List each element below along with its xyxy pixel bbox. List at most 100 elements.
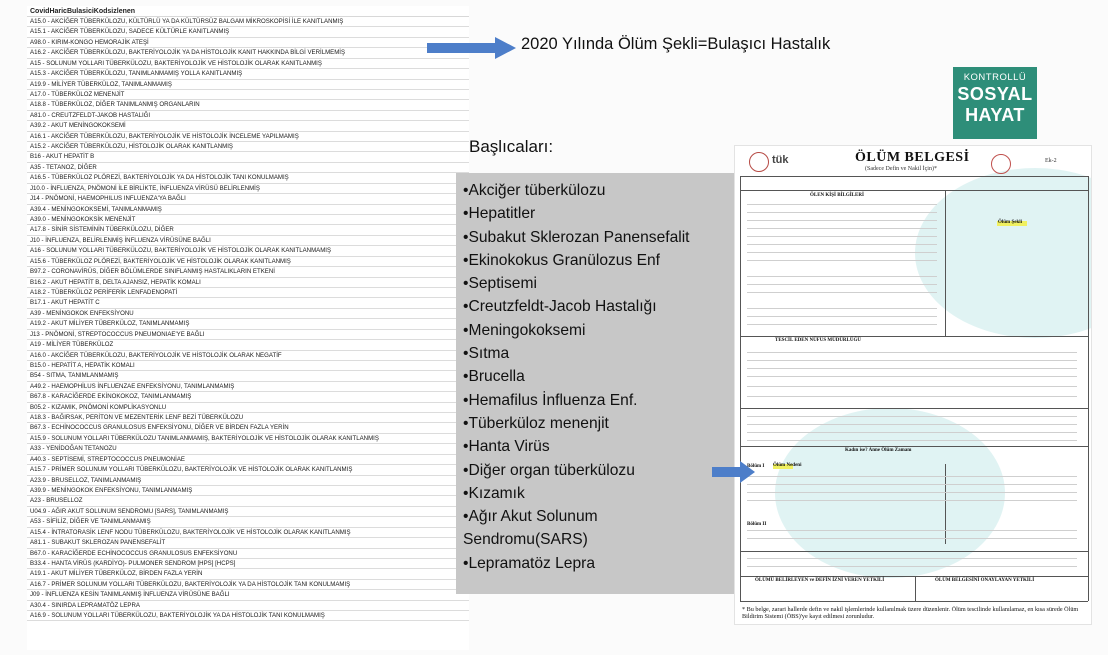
arrow-right-icon (712, 461, 755, 483)
icd-row: A23 - BRUSELLOZ (27, 496, 469, 507)
icd-row: A49.2 - HAEMOPHİLUS İNFLUENZAE ENFEKSİYO… (27, 382, 469, 393)
icd-row: B54 - SITMA, TANIMLANMAMIŞ (27, 371, 469, 382)
icd-row: A15.2 - AKCİĞER TÜBERKÜLOZU, HİSTOLOJİK … (27, 142, 469, 153)
icd-row: J14 - PNÖMONİ, HAEMOPHILUS INFLUENZA'YA … (27, 194, 469, 205)
cause-item: •Tüberküloz menenjit (463, 414, 609, 432)
icd-row: A40.3 - SEPTİSEMİ, STREPTOCOCCUS PNEUMON… (27, 455, 469, 466)
brand-logo: KONTROLLÜ SOSYAL HAYAT (953, 67, 1037, 139)
cause-item: •Lepramatöz Lepra (463, 554, 596, 572)
icd-row: B05.2 - KIZAMIK, PNÖMONİ KOMPLİKASYONLU (27, 403, 469, 414)
logo-line-3: HAYAT (965, 105, 1025, 125)
icd-row: A39 - MENİNGOKOK ENFEKSİYONU (27, 309, 469, 320)
icd-row: A39.4 - MENİNGOKOKSEMİ, TANIMLANMAMIŞ (27, 205, 469, 216)
icd-row: U04.9 - AĞIR AKUT SOLUNUM SENDROMU [SARS… (27, 507, 469, 518)
section-d-title: Kadın ise? Anne Ölüm Zamanı (845, 448, 912, 453)
icd-row: A23.9 - BRUSELLOZ, TANIMLANMAMIŞ (27, 476, 469, 486)
highlight-circle-top (915, 168, 1091, 338)
icd-row: B33.4 - HANTA VİRÜS (KARDİYO)- PULMONER … (27, 559, 469, 570)
icd-row: A15.7 - PRİMER SOLUNUM YOLLARI TÜBERKÜLO… (27, 465, 469, 476)
icd-row: A33 - YENİDOĞAN TETANOZU (27, 444, 469, 455)
cause-item: •Diğer organ tüberkülozu (463, 461, 635, 479)
icd-row: A15.0 - AKCİĞER TÜBERKÜLOZU, KÜLTÜRLÜ YA… (27, 17, 469, 28)
icd-row: A35 - TETANOZ, DİĞER (27, 163, 469, 174)
icd-row: A16.1 - AKCİĞER TÜBERKÜLOZU, BAKTERİYOLO… (27, 132, 469, 143)
icd-row: A15.3 - AKCİĞER TÜBERKÜLOZU, TANIMLANMAM… (27, 69, 469, 80)
icd-row: A16.9 - SOLUNUM YOLLARI TÜBERKÜLOZU, BAK… (27, 611, 469, 622)
icd-row: A18.2 - TÜBERKÜLOZ PERİFERİK LENFADENOPA… (27, 288, 469, 299)
icd-row: A39.0 - MENİNGOKOKSİK MENENJİT (27, 215, 469, 226)
document-subtitle: (Sadece Defin ve Nakil İçin)* (865, 166, 937, 172)
cause-item: •Kızamık (463, 484, 525, 502)
cause-item: •Hepatitler (463, 205, 536, 223)
icd-row: B67.3 - ECHİNOCOCCUS GRANULOSUS ENFEKSİY… (27, 423, 469, 434)
cause-item: •Sıtma (463, 345, 510, 363)
arrow-right-icon (427, 37, 516, 59)
icd-row: A98.0 - KIRIM-KONGO HEMORAJİK ATEŞİ (27, 38, 469, 49)
cause-item: •Akciğer tüberkülozu (463, 182, 606, 199)
footer-right-title: ÖLÜM BELGESİNİ ONAYLAYAN YETKİLİ (935, 578, 1035, 583)
icd-row: A39.9 - MENİNGOKOK ENFEKSİYONU, TANIMLAN… (27, 486, 469, 497)
cause-item: Sendromu(SARS) (463, 531, 588, 549)
cause-item: •Ekinokokus Granülozus Enf (463, 251, 661, 269)
olum-nedeni-label: Ölüm Nedeni (773, 463, 802, 468)
icd-row: J10 - İNFLUENZA, BELİRLENMİŞ İNFLUENZA V… (27, 236, 469, 247)
icd-row: J13 - PNÖMONİ, STREPTOCOCCUS PNEUMONIAE'… (27, 330, 469, 341)
section-a-title: ÖLEN KİŞİ BİLGİLERİ (810, 193, 864, 198)
icd-row: B16 - AKUT HEPATİT B (27, 152, 469, 163)
icd-row: A15.6 - TÜBERKÜLOZ PLÖREZİ, BAKTERİYOLOJ… (27, 257, 469, 268)
icd-row: B15.0 - HEPATİT A, HEPATİK KOMALI (27, 361, 469, 372)
icd-row: A15.9 - SOLUNUM YOLLARI TÜBERKÜLOZU TANI… (27, 434, 469, 445)
document-code: Ek-2 (1045, 158, 1057, 164)
icd-list-header: CovidHaricBulasiciKodsizlenen (27, 6, 469, 17)
highlight-circle-bottom (775, 408, 1005, 578)
icd-row: B16.2 - AKUT HEPATİT B, DELTA AJANSIZ, H… (27, 278, 469, 288)
document-footnote: * Bu belge, zarari hallerde defin ve nak… (742, 606, 1079, 620)
causes-heading: Başlıcaları: (469, 137, 554, 156)
logo-line-2: SOSYAL (957, 84, 1033, 104)
icd-row: A16.7 - PRİMER SOLUNUM YOLLARI TÜBERKÜLO… (27, 580, 469, 591)
section-c-title: TESCİL EDEN NÜFUS MÜDÜRLÜĞÜ (775, 338, 861, 343)
icd-row: J10.0 - İNFLUENZA, PNÖMONİ İLE BİRLİKTE,… (27, 184, 469, 195)
section-b-title: Ölüm Şekli (998, 220, 1023, 225)
logo-line-1: KONTROLLÜ (963, 72, 1027, 83)
icd-row: J09 - İNFLUENZA KESİN TANIMLANMIŞ İNFLUE… (27, 590, 469, 601)
icd-row: A19 - MİLİYER TÜBERKÜLOZ (27, 340, 469, 351)
icd-row: A15.4 - İNTRATORASİK LENF NODU TÜBERKÜLO… (27, 528, 469, 539)
icd-row: A15.1 - AKCİĞER TÜBERKÜLOZU, SADECE KÜLT… (27, 27, 469, 38)
icd-row: A18.3 - BAĞIRSAK, PERİTON VE MEZENTERİK … (27, 413, 469, 424)
document-title: ÖLÜM BELGESİ (855, 150, 970, 165)
icd-row: A16.2 - AKCİĞER TÜBERKÜLOZU, BAKTERİYOLO… (27, 48, 469, 59)
icd-row: A16.5 - TÜBERKÜLOZ PLÖREZİ, BAKTERİYOLOJ… (27, 173, 469, 184)
cause-item: •Hemafilus İnfluenza Enf. (463, 391, 638, 409)
icd-row: A53 - SİFİLİZ, DİĞER VE TANIMLANMAMIŞ (27, 517, 469, 528)
ministry-emblem-icon (991, 154, 1011, 174)
icd-row: B17.1 - AKUT HEPATİT C (27, 298, 469, 309)
tuik-logo: tük (772, 154, 789, 166)
icd-row: A16.0 - AKCİĞER TÜBERKÜLOZU, BAKTERİYOLO… (27, 351, 469, 361)
icd-row: A81.0 - CREUTZFELDT-JAKOB HASTALIĞI (27, 111, 469, 122)
cause-item: •Meningokoksemi (463, 321, 586, 339)
icd-row: A19.1 - AKUT MİLİYER TÜBERKÜLOZ, BİRDEN … (27, 569, 469, 580)
icd-row: B67.0 - KARACİĞERDE ECHİNOCOCCUS GRANULO… (27, 549, 469, 559)
icd-row: A16 - SOLUNUM YOLLARI TÜBERKÜLOZU, BAKTE… (27, 246, 469, 257)
headline: 2020 Yılında Ölüm Şekli=Bulaşıcı Hastalı… (521, 35, 831, 53)
icd-code-list: CovidHaricBulasiciKodsizlenen A15.0 - AK… (27, 6, 469, 650)
cause-item: •Subakut Sklerozan Panensefalit (463, 228, 690, 246)
icd-list-rows: A15.0 - AKCİĞER TÜBERKÜLOZU, KÜLTÜRLÜ YA… (27, 17, 469, 622)
cause-item: •Ağır Akut Solunum (463, 508, 598, 526)
icd-row: A15 - SOLUNUM YOLLARI TÜBERKÜLOZU, BAKTE… (27, 59, 469, 70)
cause-item: •Hanta Virüs (463, 438, 550, 456)
seal-icon (749, 152, 769, 172)
footer-left-title: ÖLÜMÜ BELİRLEYEN ve DEFİN İZNİ VEREN YET… (755, 578, 885, 583)
bolum-2-label: Bölüm II (747, 522, 767, 527)
cause-item: •Septisemi (463, 275, 537, 293)
cause-item: •Brucella (463, 368, 525, 386)
icd-row: A19.2 - AKUT MİLİYER TÜBERKÜLOZ, TANIMLA… (27, 319, 469, 330)
causes-box: •Akciğer tüberkülozu •Hepatitler •Subakut … (456, 173, 738, 594)
icd-row: A39.2 - AKUT MENİNGOKOKSEMİ (27, 121, 469, 132)
cause-item: •Creutzfeldt-Jacob Hastalığı (463, 298, 657, 316)
icd-row: A18.8 - TÜBERKÜLOZ, DİĞER TANIMLANMIŞ OR… (27, 100, 469, 111)
icd-row: A17.8 - SİNİR SİSTEMİNİN TÜBERKÜLOZU, Dİ… (27, 225, 469, 236)
icd-row: A17.0 - TÜBERKÜLOZ MENENJİT (27, 90, 469, 101)
icd-row: A81.1 - SUBAKUT SKLEROZAN PANENSEFALİT (27, 538, 469, 549)
